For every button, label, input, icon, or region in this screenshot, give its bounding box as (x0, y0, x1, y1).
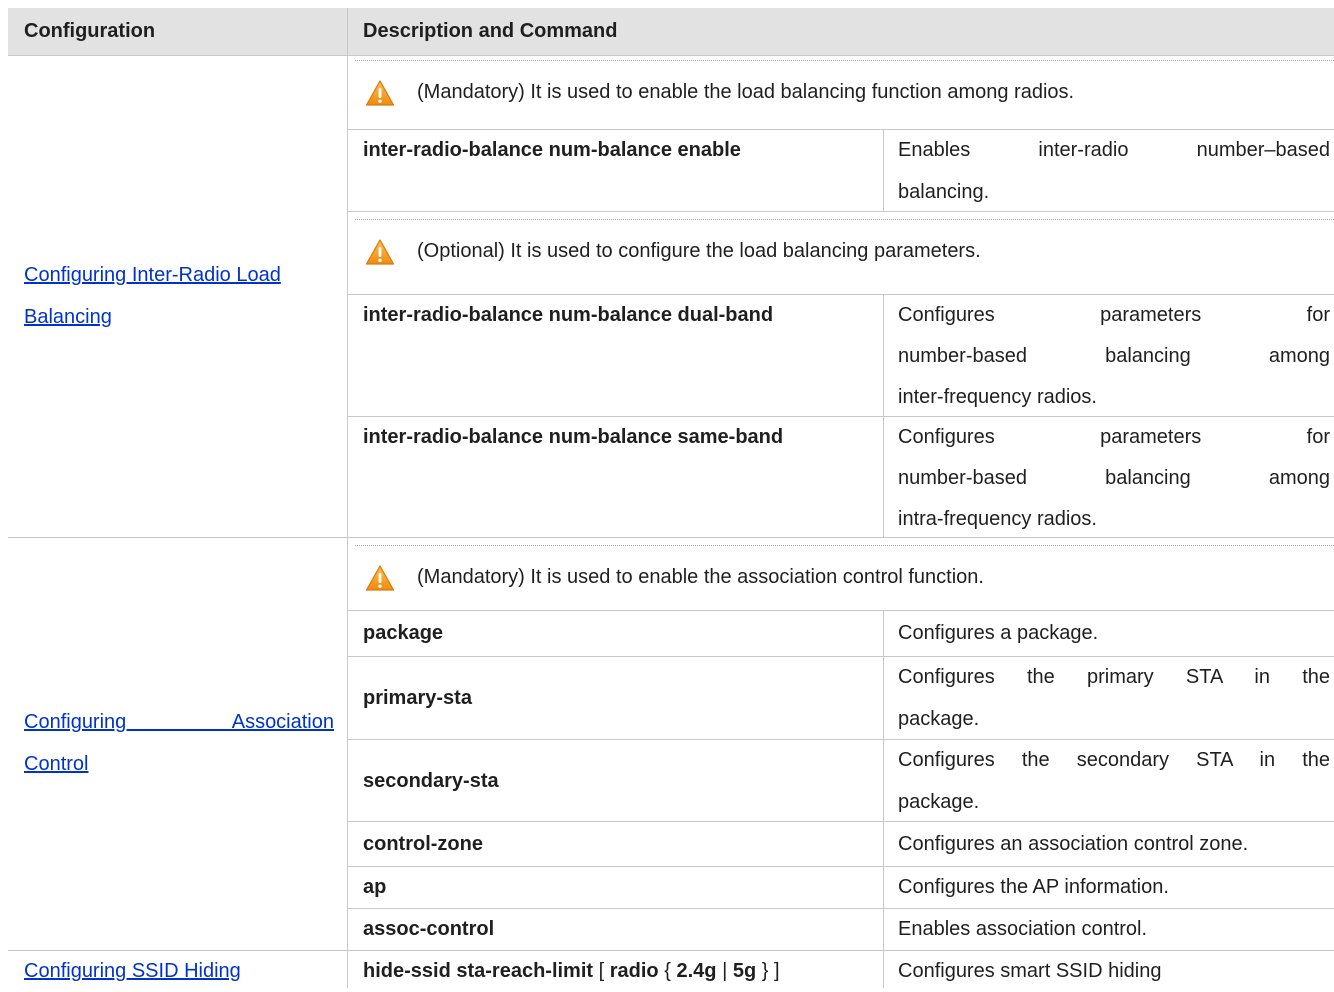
column-divider-inner (883, 610, 884, 988)
desc-primary-sta: Configures the primary STA in the (898, 666, 1330, 688)
desc-num-balance-dual-band: inter-frequency radios. (898, 386, 1097, 408)
row-divider (8, 55, 1334, 56)
command-package: package (363, 622, 444, 644)
header-description-and-command: Description and Command (363, 20, 618, 42)
link-configuring-association-control[interactable]: Configuring Association (24, 701, 334, 743)
column-divider (347, 8, 348, 988)
configuration-table: Configuration Description and Command Co… (8, 8, 1334, 988)
desc-num-balance-same-band: intra-frequency radios. (898, 508, 1097, 530)
desc-secondary-sta: Configures the secondary STA in the (898, 749, 1330, 771)
link-configuring-ssid-hiding[interactable]: Configuring SSID Hiding (24, 950, 241, 992)
desc-num-balance-enable: Enables inter-radio number–based (898, 139, 1330, 161)
link-configuring-inter-radio-load-balancing[interactable]: Configuring Inter-Radio Load (24, 254, 281, 296)
desc-num-balance-same-band: Configures parameters for (898, 426, 1330, 448)
note-mandatory-load-balancing: (Mandatory) It is used to enable the loa… (417, 81, 1075, 103)
desc-primary-sta: package. (898, 708, 980, 730)
column-divider-inner (883, 129, 884, 211)
table-header (8, 8, 1334, 55)
row-divider (348, 211, 1334, 212)
desc-num-balance-enable: balancing. (898, 181, 990, 203)
command-secondary-sta: secondary-sta (363, 770, 499, 792)
command-num-balance-dual-band: inter-radio-balance num-balance dual-ban… (363, 304, 774, 326)
command-num-balance-enable: inter-radio-balance num-balance enable (363, 139, 741, 161)
note-divider (355, 545, 1334, 546)
row-divider (348, 866, 1334, 867)
command-ap: ap (363, 876, 387, 898)
link-configuring-association-control-cont[interactable]: Control (24, 743, 88, 785)
row-divider (348, 821, 1334, 822)
desc-num-balance-dual-band: Configures parameters for (898, 304, 1330, 326)
warning-triangle-icon (365, 565, 395, 591)
desc-secondary-sta: package. (898, 791, 980, 813)
warning-triangle-icon (365, 239, 395, 265)
header-configuration: Configuration (24, 20, 156, 42)
note-divider (355, 219, 1334, 220)
row-divider (348, 908, 1334, 909)
command-primary-sta: primary-sta (363, 687, 472, 709)
row-divider (348, 610, 1334, 611)
row-divider (8, 537, 1334, 538)
desc-num-balance-same-band: number-based balancing among (898, 467, 1330, 489)
command-control-zone: control-zone (363, 833, 483, 855)
link-configuring-inter-radio-load-balancing-cont[interactable]: Balancing (24, 296, 112, 338)
note-divider (355, 60, 1334, 61)
desc-control-zone: Configures an association control zone. (898, 833, 1249, 855)
command-num-balance-same-band: inter-radio-balance num-balance same-ban… (363, 426, 784, 448)
command-hide-ssid-sta-reach-limit: hide-ssid sta-reach-limit [ radio { 2.4g… (363, 960, 780, 982)
warning-triangle-icon (365, 80, 395, 106)
desc-num-balance-dual-band: number-based balancing among (898, 345, 1330, 367)
desc-hide-ssid: Configures smart SSID hiding (898, 960, 1162, 982)
desc-package: Configures a package. (898, 622, 1099, 644)
note-optional-load-balancing: (Optional) It is used to configure the l… (417, 240, 981, 262)
note-mandatory-association-control: (Mandatory) It is used to enable the ass… (417, 566, 984, 588)
desc-ap: Configures the AP information. (898, 876, 1169, 898)
command-assoc-control: assoc-control (363, 918, 495, 940)
desc-assoc-control: Enables association control. (898, 918, 1148, 940)
